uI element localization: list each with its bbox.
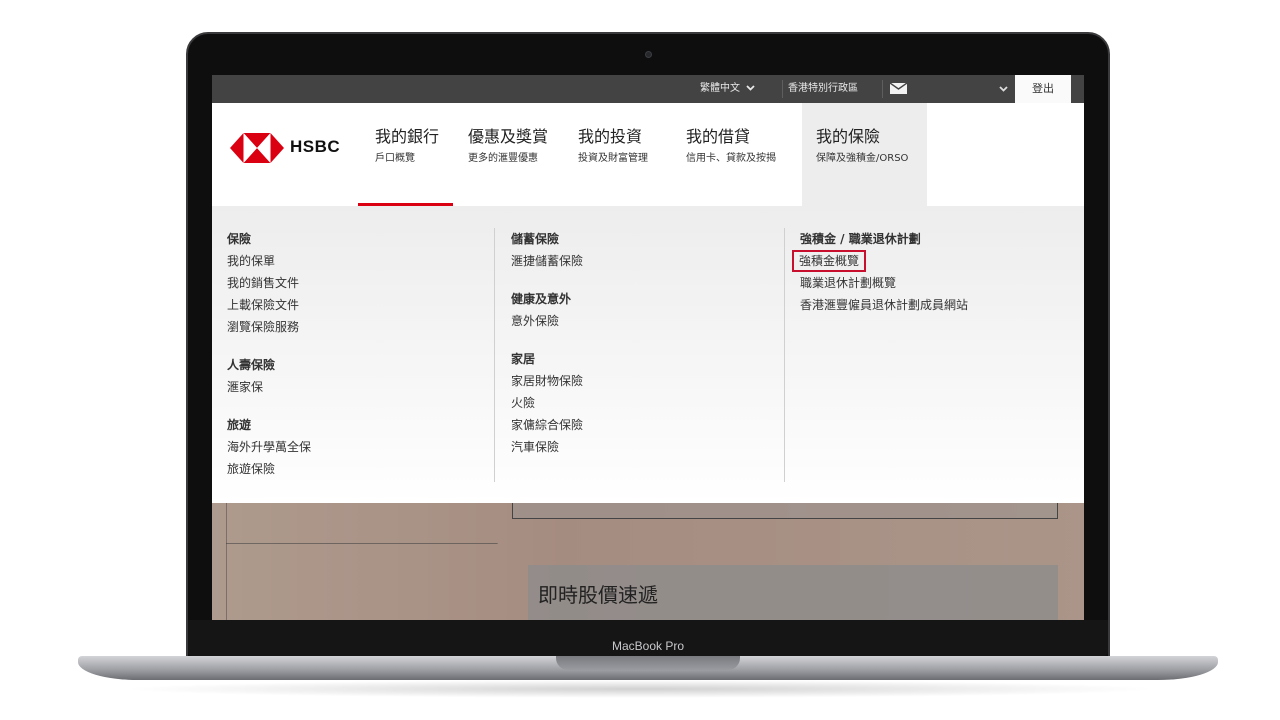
- menu-link-mpf-overview-item: 強積金概覽: [792, 250, 1070, 272]
- nav-subtitle: 投資及財富管理: [578, 153, 648, 164]
- menu-link-home-contents[interactable]: 家居財物保險: [511, 370, 771, 392]
- menu-column-1: 保險 我的保單 我的銷售文件 上載保險文件 瀏覽保險服務 人壽保險 滙家保 旅遊…: [227, 228, 487, 480]
- nav-title: 我的銀行: [375, 127, 440, 146]
- hsbc-logo[interactable]: HSBC: [230, 133, 340, 163]
- language-label: 繁體中文: [700, 83, 740, 94]
- nav-tab-insurance[interactable]: 我的保險 保障及強積金/ORSO: [802, 103, 927, 206]
- menu-link-sales-documents[interactable]: 我的銷售文件: [227, 272, 487, 294]
- menu-link-mpf-overview[interactable]: 強積金概覽: [792, 250, 867, 272]
- menu-link-browse-services[interactable]: 瀏覽保險服務: [227, 316, 487, 338]
- menu-link-savings[interactable]: 滙捷儲蓄保險: [511, 250, 771, 272]
- nav-tab-investments[interactable]: 我的投資 投資及財富管理: [578, 103, 678, 206]
- menu-heading: 家居: [511, 352, 536, 366]
- chevron-down-icon: [998, 85, 1008, 92]
- utility-bar: 繁體中文 香港特別行政區 登出: [212, 75, 1084, 103]
- divider: [226, 543, 498, 544]
- left-panel: [212, 503, 497, 620]
- mail-icon[interactable]: [890, 83, 907, 94]
- menu-link-life[interactable]: 滙家保: [227, 376, 487, 398]
- menu-link-fire[interactable]: 火險: [511, 392, 771, 414]
- region-selector[interactable]: 香港特別行政區: [788, 75, 884, 103]
- laptop-shadow: [120, 680, 1160, 698]
- nav-subtitle: 信用卡、貸款及按揭: [686, 153, 776, 164]
- browser-screen: 繁體中文 香港特別行政區 登出 HSBC 我的銀行 戶口概覽 優惠及獎賞 更多的…: [212, 75, 1084, 620]
- main-navigation: HSBC 我的銀行 戶口概覽 優惠及獎賞 更多的滙豐優惠 我的投資 投資及財富管…: [212, 103, 1084, 206]
- nav-title: 我的借貸: [686, 127, 751, 146]
- device-label: MacBook Pro: [611, 639, 685, 653]
- menu-link-student-travel[interactable]: 海外升學萬全保: [227, 436, 487, 458]
- divider: [782, 80, 783, 98]
- account-dropdown[interactable]: [992, 75, 1014, 103]
- menu-link-staff-retirement[interactable]: 香港滙豐僱員退休計劃成員網站: [800, 294, 1070, 316]
- nav-subtitle: 保障及強積金/ORSO: [816, 153, 909, 164]
- nav-tab-my-banking[interactable]: 我的銀行 戶口概覽: [358, 103, 453, 206]
- logout-button[interactable]: 登出: [1015, 75, 1071, 103]
- menu-heading: 旅遊: [227, 418, 252, 432]
- menu-heading: 保險: [227, 232, 252, 246]
- menu-heading: 人壽保險: [227, 358, 276, 372]
- column-divider: [784, 228, 785, 482]
- divider: [226, 503, 227, 620]
- menu-column-2: 儲蓄保險 滙捷儲蓄保險 健康及意外 意外保險 家居 家居財物保險 火險 家傭綜合…: [511, 228, 771, 458]
- nav-subtitle: 更多的滙豐優惠: [468, 153, 538, 164]
- nav-title: 我的投資: [578, 127, 643, 146]
- menu-link-travel-insurance[interactable]: 旅遊保險: [227, 458, 487, 480]
- camera-icon: [645, 51, 652, 58]
- column-divider: [494, 228, 495, 482]
- menu-link-orso-overview[interactable]: 職業退休計劃概覽: [800, 272, 1070, 294]
- menu-heading: 強積金 / 職業退休計劃: [800, 232, 921, 246]
- menu-link-accident[interactable]: 意外保險: [511, 310, 771, 332]
- insurance-mega-menu: 保險 我的保單 我的銷售文件 上載保險文件 瀏覽保險服務 人壽保險 滙家保 旅遊…: [212, 206, 1084, 503]
- menu-link-upload-documents[interactable]: 上載保險文件: [227, 294, 487, 316]
- nav-title: 我的保險: [816, 127, 881, 146]
- nav-subtitle: 戶口概覽: [375, 153, 415, 164]
- menu-link-motor[interactable]: 汽車保險: [511, 436, 771, 458]
- nav-tab-offers[interactable]: 優惠及獎賞 更多的滙豐優惠: [468, 103, 568, 206]
- brand-name: HSBC: [290, 137, 341, 156]
- hsbc-hexagon-icon: [230, 133, 284, 163]
- menu-link-domestic-helper[interactable]: 家傭綜合保險: [511, 414, 771, 436]
- menu-heading: 健康及意外: [511, 292, 572, 306]
- page-content-behind-menu: 即時股價速遞: [212, 503, 1084, 620]
- laptop-notch: [556, 656, 740, 670]
- content-box: [512, 503, 1058, 519]
- menu-link-my-policies[interactable]: 我的保單: [227, 250, 487, 272]
- nav-tab-borrowing[interactable]: 我的借貸 信用卡、貸款及按揭: [686, 103, 796, 206]
- chevron-down-icon: [746, 85, 755, 91]
- menu-heading: 儲蓄保險: [511, 232, 560, 246]
- stock-quote-heading: 即時股價速遞: [538, 583, 658, 607]
- divider: [882, 80, 883, 98]
- language-selector[interactable]: 繁體中文: [700, 75, 772, 103]
- nav-title: 優惠及獎賞: [468, 127, 549, 146]
- menu-column-3: 強積金 / 職業退休計劃 強積金概覽 職業退休計劃概覽 香港滙豐僱員退休計劃成員…: [792, 228, 1070, 316]
